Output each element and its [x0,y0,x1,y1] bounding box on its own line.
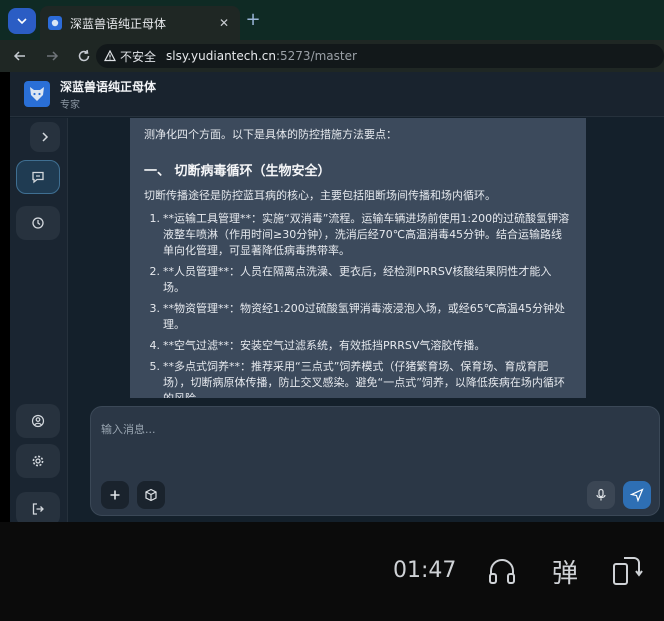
history-icon [32,217,44,229]
voice-input-button[interactable] [587,481,615,509]
insecure-label: 不安全 [120,49,157,64]
app-title: 深蓝兽语纯正母体 [60,79,157,94]
playback-time: 01:47 [393,558,457,583]
rotate-icon [613,557,643,585]
rotate-screen-button[interactable] [610,554,644,588]
user-icon [31,414,45,428]
expand-sidebar-button[interactable] [30,122,60,152]
message-heading: 一、 切断病毒循环（生物安全） [144,164,331,179]
app-header: 深蓝兽语纯正母体 专家 [10,72,664,117]
microphone-icon [596,488,606,501]
wolf-logo-icon [24,81,50,107]
reload-icon [78,49,90,62]
chat-icon [32,171,44,184]
plus-icon [110,490,120,500]
send-icon [630,488,644,502]
reload-button[interactable] [72,44,96,68]
headphones-icon[interactable] [485,554,519,588]
forward-button[interactable] [40,44,64,68]
browser-tab[interactable]: 深蓝兽语纯正母体 ✕ [40,6,240,40]
assistant-message: 测净化四个方面。以下是具体的防控措施方法要点： 一、 切断病毒循环（生物安全） … [130,118,586,398]
history-button[interactable] [16,206,60,240]
new-tab-button[interactable]: + [243,10,263,30]
warning-icon [104,50,116,62]
logout-button[interactable] [16,492,60,522]
list-item: 3. **物资管理**：物资经1:200过硫酸氢钾消毒液浸泡入场，或经65℃高温4… [149,302,566,331]
message-composer [90,406,660,516]
app-window: 深蓝兽语纯正母体 专家 测净化四个方面。以下是具体的防控措施方法要点： 一、 切… [10,72,664,522]
list-item: 4. **空气过滤**：安装空气过滤系统，有效抵挡PRRSV气溶胶传播。 [149,339,486,352]
gear-icon [32,455,44,467]
tools-button[interactable] [137,481,165,509]
message-paragraph: 切断传播途径是防控蓝耳病的核心，主要包括阻断场间传播和场内循环。 [144,189,496,202]
settings-button[interactable] [16,444,60,478]
favicon-icon [48,16,62,30]
url-path: :5273/master [275,49,357,63]
back-button[interactable] [8,44,32,68]
chevron-down-icon [17,18,27,25]
browser-tab-strip: 深蓝兽语纯正母体 ✕ + [0,0,664,40]
danmu-toggle-button[interactable]: 弹 [548,554,582,589]
player-controls-overlay: 01:47 弹 [0,522,664,621]
sidebar [10,118,68,522]
browser-toolbar: 不安全 slsy.yudiantech.cn:5273/master [0,40,664,72]
profile-button[interactable] [16,404,60,438]
url-host: slsy.yudiantech.cn [166,49,276,63]
chevron-right-icon [42,132,49,142]
message-intro: 测净化四个方面。以下是具体的防控措施方法要点： [144,128,397,141]
tab-search-button[interactable] [8,8,36,34]
arrow-left-icon [13,51,25,61]
address-bar[interactable]: 不安全 slsy.yudiantech.cn:5273/master [96,44,664,68]
list-item: 2. **人员管理**：人员在隔离点洗澡、更衣后，经检测PRRSV核酸结果阴性才能… [149,265,552,294]
close-tab-icon[interactable]: ✕ [216,16,232,30]
app-subtitle: 专家 [60,99,80,111]
cube-icon [145,488,157,502]
add-attachment-button[interactable] [101,481,129,509]
tab-title: 深蓝兽语纯正母体 [70,16,167,31]
chat-area: 测净化四个方面。以下是具体的防控措施方法要点： 一、 切断病毒循环（生物安全） … [68,118,664,522]
site-security-indicator[interactable]: 不安全 [104,48,156,65]
list-item: 5. **多点式饲养**：推荐采用“三点式”饲养模式（仔猪繁育场、保育场、育成育肥… [149,360,565,398]
chat-button[interactable] [16,160,60,194]
list-item: 1. **运输工具管理**：实施“双消毒”流程。运输车辆进场前使用1:200的过硫… [149,212,570,257]
send-button[interactable] [623,481,651,509]
danmu-icon: 弹 [551,558,578,589]
logout-icon [32,503,44,515]
measures-list: 1. **运输工具管理**：实施“双消毒”流程。运输车辆进场前使用1:200的过硫… [144,211,572,398]
arrow-right-icon [47,51,59,61]
message-input[interactable] [101,419,641,439]
